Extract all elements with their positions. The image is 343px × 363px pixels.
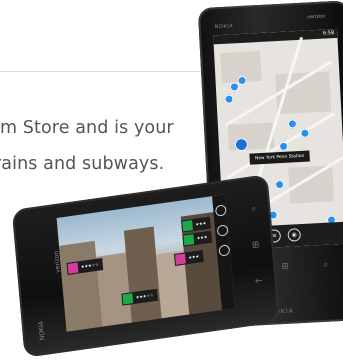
search-icon[interactable]: ⌕ <box>323 260 329 270</box>
list-button[interactable] <box>214 204 227 217</box>
building <box>59 240 103 332</box>
restaurant-icon <box>183 234 195 246</box>
map-pin[interactable] <box>237 75 247 86</box>
body-text-line-1: m Store and is your <box>0 118 174 138</box>
ar-camera-screen: ★★★☆☆ ★★★ ★★★☆☆ ★★★ ★★★ <box>56 194 235 332</box>
windows-icon[interactable]: ⊞ <box>252 240 260 251</box>
body-text-line-2: rains and subways. <box>0 154 165 174</box>
shopping-icon <box>175 253 186 265</box>
map-pin[interactable] <box>274 179 285 190</box>
map-pin[interactable] <box>224 94 234 104</box>
search-icon[interactable]: ⌕ <box>251 204 257 215</box>
map-pin[interactable] <box>229 82 240 92</box>
map-pin[interactable] <box>300 128 310 138</box>
station-callout[interactable]: New York Penn Station <box>249 150 310 165</box>
camera-button[interactable] <box>218 244 231 257</box>
restaurant-icon <box>182 220 193 232</box>
brand-logo: NOKIA <box>214 23 234 31</box>
restaurant-icon <box>122 293 134 305</box>
camera-button[interactable]: ◉ <box>287 228 302 242</box>
status-time: 6:58 <box>322 30 335 37</box>
carrier-logo: verizon <box>306 13 326 21</box>
map-pin[interactable] <box>287 119 298 129</box>
back-icon[interactable]: ← <box>255 276 263 287</box>
phone-landscape: verizon NOKIA ★★★☆☆ ★★★ ★★★☆☆ ★★★ ★★★ ⌕ … <box>11 174 281 358</box>
shopping-icon <box>67 262 79 274</box>
map-pin[interactable] <box>278 141 289 152</box>
windows-icon[interactable]: ⊞ <box>281 262 289 272</box>
map-button[interactable] <box>216 224 229 237</box>
